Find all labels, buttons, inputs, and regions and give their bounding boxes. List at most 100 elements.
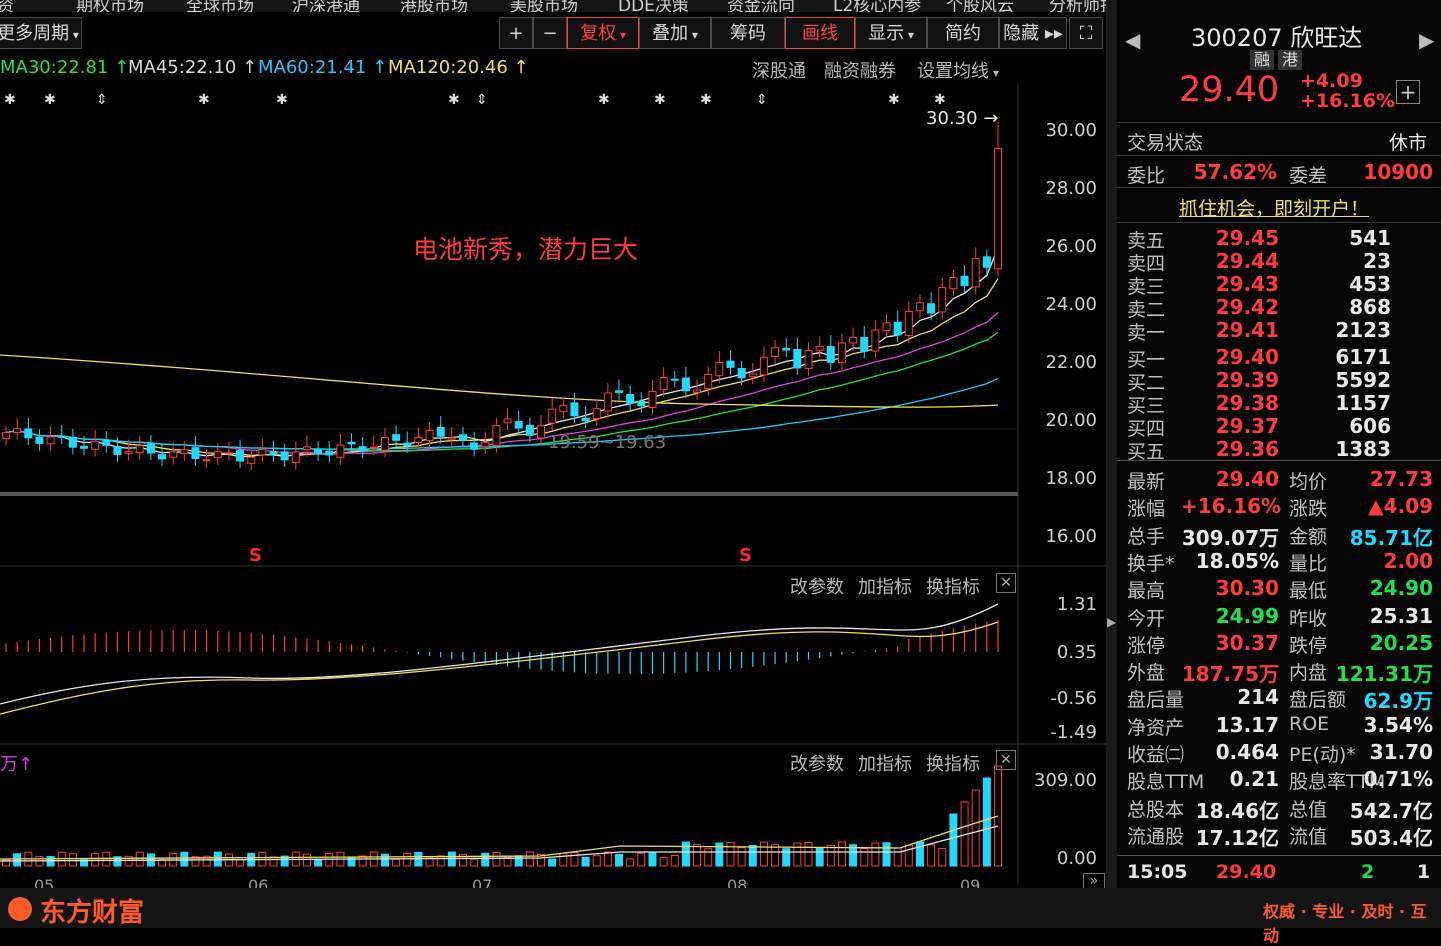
chouma-button[interactable]: 筹码 [711,17,785,49]
diejia-dropdown[interactable]: 叠加 [639,17,711,49]
stat-label: 内盘 [1289,662,1328,685]
nav-item[interactable]: 全球市场 [186,0,254,12]
volume-bar [13,853,22,867]
nav-item[interactable]: 港股市场 [400,0,468,12]
stat-label: 金额 [1289,525,1328,548]
stat-value: 503.4亿 [1349,825,1433,850]
ma120-value: MA120:20.46 [388,57,508,78]
prev-stock-icon[interactable]: ◀ [1125,28,1140,52]
order-price[interactable]: 29.40 [1197,345,1279,369]
jianyue-button[interactable]: 简约 [927,17,999,49]
sgt-link[interactable]: 深股通 [752,57,806,83]
stat-value: 187.75万 [1181,662,1279,687]
candle-body [949,276,958,290]
macd-jiazhibiao-link[interactable]: 加指标 [858,573,912,599]
volume-bar [737,847,746,867]
stat-label: 昨收 [1289,607,1328,630]
candle-body [46,436,55,445]
macd-huanzhibiao-link[interactable]: 换指标 [926,573,980,599]
candle-body [537,425,546,439]
panel-splitter[interactable]: ▶ [1106,0,1117,888]
price-axis-22: 22.00 [1045,352,1097,373]
ma30-label: MA30:22.81 ↑ [0,57,129,78]
yincang-label: 隐藏 [1003,23,1040,44]
candle-body [325,450,334,456]
stat-value: 31.70 [1369,740,1433,764]
candle-body [726,360,735,368]
rzrq-link[interactable]: 融资融券 [824,57,896,83]
vol-jiazhibiao-link[interactable]: 加指标 [858,750,912,776]
vol-arrow: ↑ [18,754,34,775]
event-mark: ✱ [44,92,56,108]
candle-body [447,437,456,440]
candle-body [458,434,467,441]
weibi-label: 委比 [1127,165,1166,187]
macd-close-button[interactable]: ✕ [996,573,1016,593]
candle-body [247,456,256,464]
order-price[interactable]: 29.38 [1197,391,1279,415]
vol-huanzhibiao-link[interactable]: 换指标 [926,750,980,776]
huaxian-button[interactable]: 画线 [785,17,855,49]
order-price[interactable]: 29.39 [1197,368,1279,392]
order-price[interactable]: 29.37 [1197,414,1279,438]
nav-item[interactable]: 融资 [0,0,14,12]
candle-body [347,441,356,445]
add-watchlist-button[interactable]: + [1396,80,1420,104]
nav-item[interactable]: 分析师指数 [1049,0,1106,12]
candle-body [615,390,624,393]
fuquan-dropdown[interactable]: 复权 [567,17,639,49]
order-price[interactable]: 29.45 [1197,226,1279,250]
nav-item[interactable]: 沪深港通 [292,0,360,12]
candle-body [180,449,189,455]
next-stock-icon[interactable]: ▶ [1419,28,1434,52]
candle-body [13,428,22,433]
volume-bar [135,851,144,867]
ma45-label: MA45:22.10 ↑ [128,57,257,78]
tick-volume: 2 [1361,861,1375,883]
order-price[interactable]: 29.41 [1197,318,1279,342]
zoom-out-button[interactable]: − [533,17,567,49]
scroll-right-button[interactable]: » [1083,873,1105,889]
yincang-button[interactable]: 隐藏 ▸▸ [999,17,1067,49]
xianshi-dropdown[interactable]: 显示 [855,17,927,49]
order-volume: 1383 [1335,437,1391,461]
candle-body [882,322,891,331]
nav-item[interactable]: L2核心内参 [833,0,921,12]
vol-close-button[interactable]: ✕ [996,750,1016,770]
ma-settings-link[interactable]: 设置均线 [917,57,999,83]
promo-link[interactable]: 抓住机会，即刻开户！ [1179,194,1369,221]
nav-item[interactable]: 个股风云 [946,0,1014,12]
stat-label: 收益㈡ [1127,744,1185,766]
stat-label: 总手 [1127,525,1166,548]
expand-icon[interactable]: ⛶ [1069,17,1103,49]
period-dropdown[interactable]: 更多周期 [0,17,82,49]
nav-item[interactable]: 美股市场 [510,0,578,12]
order-price[interactable]: 29.43 [1197,272,1279,296]
weicha-label: 委差 [1289,165,1328,187]
candle-body [525,424,534,436]
volume-bar [626,858,635,867]
nav-item[interactable]: 期权市场 [76,0,144,12]
vol-unit-label: 万↑ [0,750,33,776]
divider [1117,187,1441,188]
nav-item[interactable]: 资金流向 [727,0,795,12]
collapse-arrow-icon[interactable]: ▶ [1107,615,1116,629]
volume-bar [470,858,479,867]
order-price[interactable]: 29.42 [1197,295,1279,319]
candle-body [960,275,969,287]
volume-bar [804,842,813,867]
volume-bar [782,848,791,867]
zoom-in-button[interactable]: + [499,17,533,49]
nav-item[interactable]: DDE决策 [618,0,689,12]
volume-bar [514,855,523,867]
vol-gaicanshu-link[interactable]: 改参数 [790,750,844,776]
stat-value: +16.16% [1181,494,1282,519]
order-price[interactable]: 29.36 [1197,437,1279,461]
order-price[interactable]: 29.44 [1197,249,1279,273]
candle-body [826,346,835,363]
volume-bar [748,844,757,867]
stat-label: 均价 [1289,471,1328,493]
candle-body [57,435,66,438]
macd-gaicanshu-link[interactable]: 改参数 [790,573,844,599]
divider [1117,855,1441,856]
